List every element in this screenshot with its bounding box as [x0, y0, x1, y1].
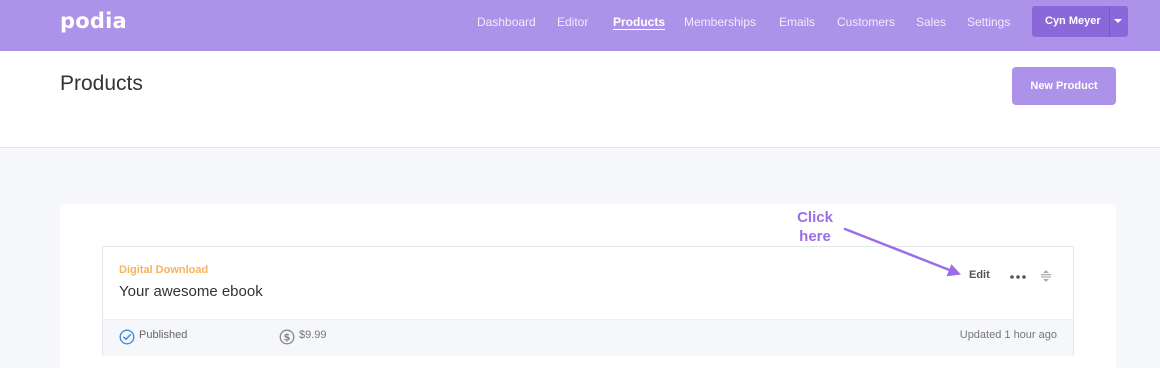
- product-card: Digital Download Your awesome ebook Edit…: [102, 246, 1074, 356]
- updated-timestamp: Updated 1 hour ago: [959, 329, 1057, 341]
- nav-memberships[interactable]: Memberships: [684, 15, 756, 29]
- new-product-button[interactable]: New Product: [1012, 67, 1116, 105]
- published-check-icon: [119, 329, 135, 345]
- nav-products[interactable]: Products: [613, 15, 665, 29]
- nav-customers[interactable]: Customers: [837, 15, 895, 29]
- user-name: Cyn Meyer: [1045, 15, 1101, 27]
- product-type-label: Digital Download: [119, 264, 209, 276]
- nav-emails[interactable]: Emails: [779, 15, 815, 29]
- top-nav-bar: podia Dashboard Editor Products Membersh…: [0, 0, 1160, 51]
- page-header: Products New Product: [0, 51, 1160, 148]
- annotation-line-1: Click: [797, 209, 833, 226]
- more-options-icon[interactable]: [1006, 265, 1030, 285]
- user-menu-divider: [1109, 6, 1110, 37]
- caret-down-icon[interactable]: [1114, 19, 1122, 23]
- click-here-annotation: Click here: [779, 208, 851, 246]
- nav-editor[interactable]: Editor: [557, 15, 588, 29]
- podia-logo[interactable]: podia: [60, 9, 127, 33]
- products-panel: Digital Download Your awesome ebook Edit…: [60, 204, 1116, 368]
- status-label: Published: [139, 329, 188, 341]
- page-title: Products: [60, 72, 143, 95]
- product-price: $9.99: [299, 329, 327, 341]
- product-name[interactable]: Your awesome ebook: [119, 283, 263, 300]
- drag-handle-icon[interactable]: [1038, 268, 1054, 284]
- edit-product-link[interactable]: Edit: [969, 269, 990, 281]
- nav-settings[interactable]: Settings: [967, 15, 1010, 29]
- svg-text:$: $: [284, 333, 291, 344]
- nav-sales[interactable]: Sales: [916, 15, 946, 29]
- product-card-footer: Published $ $9.99 Updated 1 hour ago: [103, 319, 1073, 356]
- annotation-line-2: here: [799, 228, 831, 245]
- user-menu-button[interactable]: Cyn Meyer: [1032, 6, 1128, 37]
- dollar-icon: $: [279, 329, 295, 345]
- nav-dashboard[interactable]: Dashboard: [477, 15, 536, 29]
